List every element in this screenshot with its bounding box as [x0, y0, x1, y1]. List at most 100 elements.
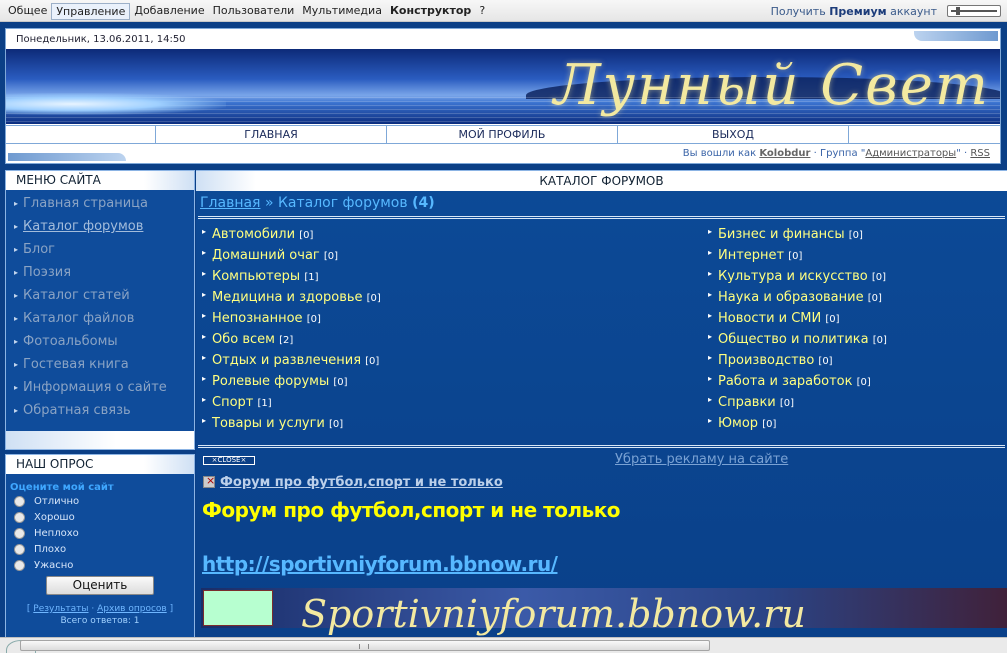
panel-footer — [6, 431, 194, 449]
site-logo: Лунный Свет — [553, 53, 990, 118]
vote-button[interactable]: Оценить — [46, 576, 154, 595]
poll-option[interactable]: Отлично — [6, 493, 194, 509]
main-content: КАТАЛОГ ФОРУМОВ Главная » Каталог форумо… — [196, 170, 1007, 640]
category-item[interactable]: Медицина и здоровье [0] — [200, 290, 381, 305]
menu-item-articles[interactable]: Каталог статей — [14, 288, 194, 311]
radio-icon[interactable] — [14, 543, 25, 555]
admin-menu: Общее Управление Добавление Пользователи… — [4, 3, 489, 20]
poll-title: НАШ ОПРОС — [6, 455, 194, 474]
group-link[interactable]: Администраторы — [865, 148, 956, 159]
menu-item-photos[interactable]: Фотоальбомы — [14, 334, 194, 357]
breadcrumb-current: Каталог форумов — [277, 195, 408, 211]
category-item[interactable]: Отдых и развлечения [0] — [200, 353, 379, 368]
breadcrumb-home[interactable]: Главная — [200, 195, 260, 211]
main-nav: ГЛАВНАЯ МОЙ ПРОФИЛЬ ВЫХОД — [6, 125, 1000, 144]
poll-total: Всего ответов: 1 — [60, 616, 140, 626]
radio-icon[interactable] — [14, 495, 25, 507]
category-item[interactable]: Домашний очаг [0] — [200, 248, 338, 263]
menu-item-blog[interactable]: Блог — [14, 242, 194, 265]
divider — [198, 445, 1005, 448]
login-status: Вы вошли как Kolobdur · Группа "Админист… — [682, 148, 990, 159]
category-item[interactable]: Новости и СМИ [0] — [706, 311, 840, 326]
category-item[interactable]: Наука и образование [0] — [706, 290, 882, 305]
admin-menu-manage[interactable]: Управление — [51, 3, 131, 20]
remove-ads-link[interactable]: Убрать рекламу на сайте — [615, 452, 788, 467]
ad-link[interactable]: Форум про футбол,спорт и не только — [220, 475, 503, 490]
poll-option[interactable]: Плохо — [6, 541, 194, 557]
site-menu-list: Главная страница Каталог форумов Блог По… — [6, 190, 194, 426]
admin-menu-general[interactable]: Общее — [4, 3, 51, 20]
nav-profile[interactable]: МОЙ ПРОФИЛЬ — [387, 126, 618, 143]
menu-item-guestbook[interactable]: Гостевая книга — [14, 357, 194, 380]
category-item[interactable]: Автомобили [0] — [200, 227, 313, 242]
category-item[interactable]: Производство [0] — [706, 353, 833, 368]
ad-banner-image — [203, 590, 273, 626]
category-item[interactable]: Обо всем [2] — [200, 332, 293, 347]
ad-url-link[interactable]: http://sportivniyforum.bbnow.ru/ — [202, 552, 558, 576]
nav-spacer — [6, 126, 156, 143]
ad-headline: Форум про футбол,спорт и не только — [202, 498, 621, 522]
category-item[interactable]: Товары и услуги [0] — [200, 416, 343, 431]
poll-results-link[interactable]: Результаты — [33, 604, 88, 614]
admin-menu-add[interactable]: Добавление — [130, 3, 208, 20]
menu-item-poetry[interactable]: Поэзия — [14, 265, 194, 288]
admin-menu-multimedia[interactable]: Мультимедиа — [298, 3, 386, 20]
poll-panel: НАШ ОПРОС Оцените мой сайт Отлично Хорош… — [5, 454, 195, 640]
admin-menu-help[interactable]: ? — [475, 3, 489, 20]
category-item[interactable]: Компьютеры [1] — [200, 269, 319, 284]
premium-link[interactable]: Получить Премиум аккаунт — [771, 5, 937, 18]
poll-option[interactable]: Неплохо — [6, 525, 194, 541]
grip-icon — [359, 644, 369, 649]
radio-icon[interactable] — [14, 527, 25, 539]
toolbar-slider-icon[interactable] — [947, 5, 1001, 17]
rss-link[interactable]: RSS — [970, 148, 990, 159]
breadcrumb-separator: » — [264, 195, 274, 211]
radio-icon[interactable] — [14, 511, 25, 523]
nav-logout[interactable]: ВЫХОД — [618, 126, 849, 143]
poll-option[interactable]: Хорошо — [6, 509, 194, 525]
menu-item-home[interactable]: Главная страница — [14, 196, 194, 219]
nav-home[interactable]: ГЛАВНАЯ — [156, 126, 387, 143]
category-item[interactable]: Юмор [0] — [706, 416, 776, 431]
site-menu-title: МЕНЮ САЙТА — [6, 171, 194, 190]
ad-banner[interactable]: Sportivniyforum.bbnow.ru — [201, 588, 1007, 636]
nav-spacer — [849, 126, 1000, 143]
horizontal-scrollbar[interactable] — [0, 637, 1007, 653]
category-item[interactable]: Работа и заработок [0] — [706, 374, 871, 389]
menu-item-about[interactable]: Информация о сайте — [14, 380, 194, 403]
poll-question: Оцените мой сайт — [10, 482, 114, 493]
poll-option[interactable]: Ужасно — [6, 557, 194, 573]
site-header: Понедельник, 13.06.2011, 14:50 Лунный Св… — [5, 28, 1001, 164]
admin-menu-constructor[interactable]: Конструктор — [386, 3, 475, 20]
scrollbar-thumb[interactable] — [20, 640, 710, 651]
ad-banner-text: Sportivniyforum.bbnow.ru — [301, 592, 806, 636]
breadcrumb-count: (4) — [412, 195, 435, 211]
category-item[interactable]: Спорт [1] — [200, 395, 272, 410]
menu-item-files[interactable]: Каталог файлов — [14, 311, 194, 334]
poll-archive-link[interactable]: Архив опросов — [97, 604, 167, 614]
menu-item-feedback[interactable]: Обратная связь — [14, 403, 194, 426]
menu-item-forum-catalog[interactable]: Каталог форумов — [14, 219, 194, 242]
category-item[interactable]: Интернет [0] — [706, 248, 802, 263]
current-date: Понедельник, 13.06.2011, 14:50 — [16, 34, 186, 45]
category-item[interactable]: Бизнес и финансы [0] — [706, 227, 863, 242]
category-list: Автомобили [0] Домашний очаг [0] Компьют… — [196, 219, 1007, 445]
radio-icon[interactable] — [14, 559, 25, 571]
header-banner: Лунный Свет — [6, 49, 1000, 124]
category-item[interactable]: Непознанное [0] — [200, 311, 321, 326]
site-menu-panel: МЕНЮ САЙТА Главная страница Каталог фору… — [5, 170, 195, 450]
ad-close-button[interactable]: ×CLOSE× — [203, 456, 255, 465]
admin-toolbar: Общее Управление Добавление Пользователи… — [0, 0, 1007, 22]
username-link[interactable]: Kolobdur — [759, 148, 810, 159]
banner-moon-glow — [6, 93, 226, 115]
header-decoration — [914, 31, 998, 41]
broken-image-icon — [203, 474, 215, 488]
category-item[interactable]: Общество и политика [0] — [706, 332, 887, 347]
page-title: КАТАЛОГ ФОРУМОВ — [196, 171, 1007, 191]
category-item[interactable]: Культура и искусство [0] — [706, 269, 886, 284]
poll-links: [ Результаты · Архив опросов ] — [26, 604, 174, 614]
category-item[interactable]: Справки [0] — [706, 395, 794, 410]
category-item[interactable]: Ролевые форумы [0] — [200, 374, 348, 389]
admin-menu-users[interactable]: Пользователи — [209, 3, 299, 20]
breadcrumb: Главная » Каталог форумов (4) — [196, 191, 1007, 216]
